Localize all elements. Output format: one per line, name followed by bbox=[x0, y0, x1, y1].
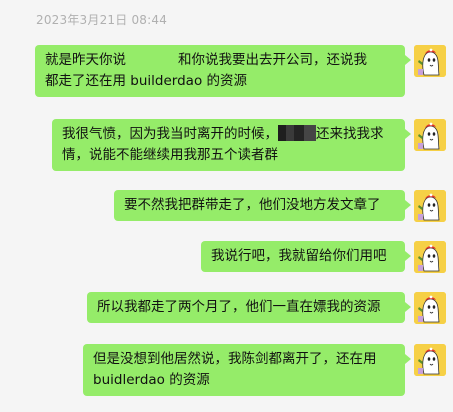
avatar[interactable] bbox=[414, 190, 446, 222]
message-text: 情，说能不能继续用我那五个读者群 bbox=[62, 147, 278, 163]
message-text: 我很气愤，因为我当时离开的时候， bbox=[62, 126, 278, 142]
avatar[interactable] bbox=[414, 45, 446, 77]
message-text: 但是没想到他居然说，我陈剑都离开了，还在用 bbox=[93, 351, 377, 367]
chat-message: 但是没想到他居然说，我陈剑都离开了，还在用 buidlerdao 的资源 bbox=[83, 344, 446, 396]
message-text: 都走了还在用 builderdao 的资源 bbox=[45, 73, 247, 89]
avatar[interactable] bbox=[414, 344, 446, 376]
message-text: 所以我都走了两个月了，他们一直在嫖我的资源 bbox=[97, 299, 381, 315]
message-bubble[interactable]: 所以我都走了两个月了，他们一直在嫖我的资源 bbox=[87, 292, 411, 323]
message-text: 就是昨天你说 bbox=[45, 52, 126, 68]
message-text: 我说行吧，我就留给你们用吧 bbox=[211, 248, 387, 264]
chat-timestamp: 2023年3月21日 08:44 bbox=[36, 13, 168, 27]
message-text: 要不然我把群带走了，他们没地方发文章了 bbox=[124, 197, 381, 213]
message-text: buidlerdao 的资源 bbox=[93, 372, 210, 388]
message-bubble[interactable]: 就是昨天你说 和你说我要出去开公司，还说我 都走了还在用 builderdao 的… bbox=[35, 45, 411, 97]
chat-message: 要不然我把群带走了，他们没地方发文章了 bbox=[114, 190, 446, 222]
message-bubble[interactable]: 我很气愤，因为我当时离开的时候， 还来找我求 情，说能不能继续用我那五个读者群 bbox=[52, 119, 411, 171]
chat-message: 就是昨天你说 和你说我要出去开公司，还说我 都走了还在用 builderdao 的… bbox=[35, 45, 446, 97]
redaction-mark bbox=[126, 51, 178, 67]
chat-message: 所以我都走了两个月了，他们一直在嫖我的资源 bbox=[87, 292, 446, 324]
chat-message: 我说行吧，我就留给你们用吧 bbox=[201, 241, 446, 273]
message-text: 和你说我要出去开公司，还说我 bbox=[178, 52, 367, 68]
message-bubble[interactable]: 但是没想到他居然说，我陈剑都离开了，还在用 buidlerdao 的资源 bbox=[83, 344, 411, 396]
ghost-sticker-avatar-icon bbox=[414, 119, 446, 151]
avatar[interactable] bbox=[414, 292, 446, 324]
ghost-sticker-avatar-icon bbox=[414, 292, 446, 324]
avatar[interactable] bbox=[414, 119, 446, 151]
redaction-mark bbox=[278, 125, 316, 141]
message-bubble[interactable]: 要不然我把群带走了，他们没地方发文章了 bbox=[114, 190, 411, 221]
avatar[interactable] bbox=[414, 241, 446, 273]
message-bubble[interactable]: 我说行吧，我就留给你们用吧 bbox=[201, 241, 411, 272]
ghost-sticker-avatar-icon bbox=[414, 241, 446, 273]
ghost-sticker-avatar-icon bbox=[414, 190, 446, 222]
chat-message: 我很气愤，因为我当时离开的时候， 还来找我求 情，说能不能继续用我那五个读者群 bbox=[52, 119, 446, 171]
message-text: 还来找我求 bbox=[316, 126, 384, 142]
ghost-sticker-avatar-icon bbox=[414, 45, 446, 77]
ghost-sticker-avatar-icon bbox=[414, 344, 446, 376]
